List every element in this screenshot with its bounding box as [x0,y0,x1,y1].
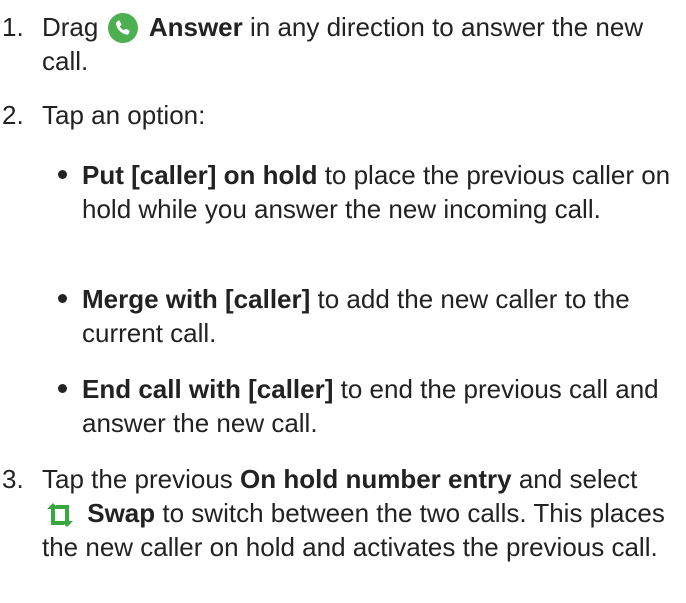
swap-icon [44,501,76,529]
answer-label: Answer [148,12,243,42]
option-text: Merge with [caller] to add the new calle… [82,282,678,350]
step-text: Tap the previous On hold number entry an… [42,462,678,564]
phone-answer-icon [107,13,138,43]
step-number: 1. [2,12,24,42]
step-text-before-icon: Drag [42,12,99,42]
step-text-before: Tap the previous [42,464,233,494]
on-hold-entry-label: On hold number entry [240,464,512,494]
option-title: Put [caller] on hold [82,160,318,190]
step-text: Drag Answer in any direction to answer t… [42,10,678,78]
option-text: Put [caller] on hold to place the previo… [82,158,678,226]
step-number: 3. [2,464,24,494]
step-text-select: and select [518,464,638,494]
instructions-page: 1. Drag Answer in any direction to answe… [0,0,686,603]
option-text: End call with [caller] to end the previo… [82,372,678,440]
option-title: End call with [caller] [82,374,334,404]
swap-label: Swap [87,498,156,528]
step-number: 2. [2,100,24,130]
option-title: Merge with [caller] [82,284,311,314]
step-text: Tap an option: [42,100,206,130]
